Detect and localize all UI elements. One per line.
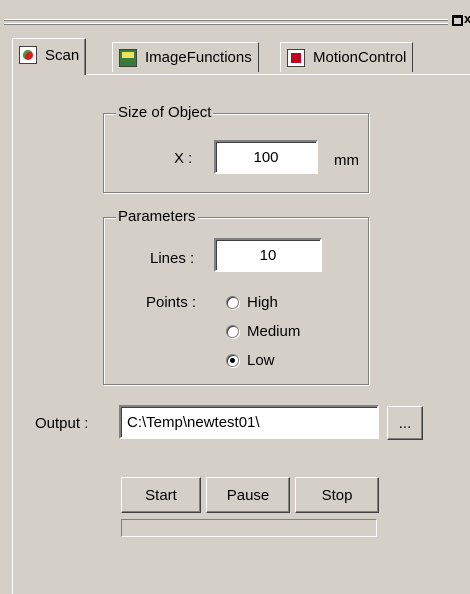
motion-control-icon	[287, 48, 305, 67]
stop-button[interactable]: Stop	[295, 477, 379, 513]
start-button[interactable]: Start	[121, 477, 201, 513]
image-functions-icon	[119, 48, 137, 67]
points-option-medium[interactable]: Medium	[226, 323, 300, 340]
size-of-object-group: Size of Object X : mm	[103, 104, 369, 193]
size-of-object-legend: Size of Object	[116, 104, 214, 122]
parameters-group: Parameters Lines : Points : High Medium …	[103, 208, 369, 385]
points-high-radio[interactable]	[226, 296, 239, 309]
x-unit-label: mm	[334, 152, 359, 169]
points-high-label: High	[247, 294, 278, 311]
scan-icon	[19, 46, 37, 64]
tab-scan-label: Scan	[45, 46, 80, 64]
points-option-low[interactable]: Low	[226, 352, 275, 369]
points-low-radio[interactable]	[226, 354, 239, 367]
points-option-high[interactable]: High	[226, 294, 278, 311]
points-medium-radio[interactable]	[226, 325, 239, 338]
output-path-input[interactable]	[119, 405, 379, 439]
browse-button[interactable]: ...	[387, 406, 423, 440]
tab-motion-control-label: MotionControl	[313, 49, 407, 66]
x-size-input[interactable]	[214, 140, 318, 174]
grip-line	[4, 20, 448, 21]
close-icon[interactable]: x	[464, 11, 470, 27]
tab-motion-control[interactable]: MotionControl	[280, 42, 414, 72]
pause-button[interactable]: Pause	[206, 477, 290, 513]
lines-input[interactable]	[214, 238, 322, 272]
grip-line	[4, 24, 448, 25]
tab-image-functions-label: ImageFunctions	[145, 49, 252, 66]
scan-tab-panel: Size of Object X : mm Parameters Lines :…	[12, 74, 470, 594]
restore-icon[interactable]	[452, 15, 463, 26]
panel-grip[interactable]: x	[0, 0, 470, 32]
lines-label: Lines :	[150, 250, 195, 267]
tab-image-functions[interactable]: ImageFunctions	[112, 42, 259, 72]
tab-strip: Scan ImageFunctions MotionControl	[12, 38, 470, 75]
scan-progress-bar	[121, 519, 377, 537]
output-label: Output :	[35, 415, 89, 432]
parameters-legend: Parameters	[116, 208, 198, 226]
points-low-label: Low	[247, 352, 275, 369]
tab-scan[interactable]: Scan	[12, 38, 87, 75]
points-label: Points :	[146, 294, 197, 311]
x-label: X :	[174, 150, 193, 167]
points-medium-label: Medium	[247, 323, 301, 340]
